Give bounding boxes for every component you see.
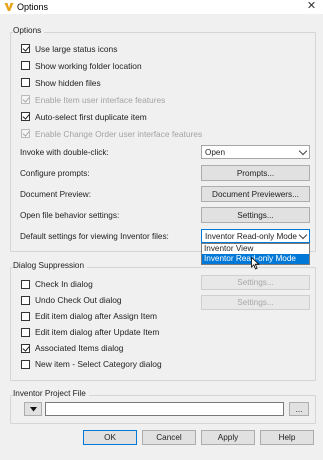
options-group-label: Options xyxy=(13,26,45,35)
change-order-ui-checkbox xyxy=(21,129,30,138)
project-dropdown-button[interactable] xyxy=(24,402,42,416)
hidden-files-label: Show hidden files xyxy=(35,77,101,88)
edit-assign-checkbox[interactable] xyxy=(21,311,30,321)
default-view-label: Default settings for viewing Inventor fi… xyxy=(20,232,169,241)
document-preview-label: Document Preview: xyxy=(20,190,91,199)
edit-update-label: Edit item dialog after Update Item xyxy=(35,327,160,337)
check-in-settings-button: Settings... xyxy=(201,275,310,290)
checkbox-row-hidden-files[interactable]: Show hidden files xyxy=(21,74,202,91)
large-icons-checkbox[interactable] xyxy=(21,44,30,53)
undo-checkout-settings-button: Settings... xyxy=(201,295,310,310)
new-item-category-checkbox[interactable] xyxy=(21,359,30,369)
checkbox-row-change-order-ui: Enable Change Order user interface featu… xyxy=(21,125,202,142)
change-order-ui-label: Enable Change Order user interface featu… xyxy=(35,128,203,139)
cancel-button[interactable]: Cancel xyxy=(142,430,196,445)
item-ui-checkbox xyxy=(21,95,30,104)
configure-prompts-label: Configure prompts: xyxy=(20,169,90,178)
working-folder-label: Show working folder location xyxy=(35,60,142,71)
close-icon[interactable]: ✕ xyxy=(300,0,323,14)
undo-checkout-checkbox[interactable] xyxy=(21,295,30,305)
new-item-category-label: New item - Select Category dialog xyxy=(35,359,162,369)
checkbox-row-large-icons[interactable]: Use large status icons xyxy=(21,40,202,57)
auto-select-label: Auto-select first duplicate item xyxy=(35,111,147,122)
invoke-label: Invoke with double-click: xyxy=(20,148,109,157)
checkbox-row-edit-assign[interactable]: Edit item dialog after Assign Item xyxy=(21,308,162,324)
dialog-suppression-label: Dialog Suppression xyxy=(13,261,88,270)
dropdown-option-inventor-view[interactable]: Inventor View xyxy=(202,244,309,254)
default-view-select-value: Inventor Read-only Mode xyxy=(205,231,297,241)
chevron-down-icon xyxy=(298,146,308,156)
check-in-label: Check In dialog xyxy=(35,279,93,289)
checkbox-row-item-ui: Enable Item user interface features xyxy=(21,91,202,108)
checkbox-row-auto-select[interactable]: Auto-select first duplicate item xyxy=(21,108,202,125)
checkbox-row-working-folder[interactable]: Show working folder location xyxy=(21,57,202,74)
chevron-down-icon xyxy=(298,230,308,240)
auto-select-checkbox[interactable] xyxy=(21,112,30,121)
checkbox-row-new-item-category[interactable]: New item - Select Category dialog xyxy=(21,356,162,372)
app-logo-icon xyxy=(4,3,14,11)
item-ui-label: Enable Item user interface features xyxy=(35,94,166,105)
caret-down-icon xyxy=(29,406,37,411)
checkbox-row-check-in[interactable]: Check In dialog xyxy=(21,276,162,292)
working-folder-checkbox[interactable] xyxy=(21,61,30,70)
window-title: Options xyxy=(17,2,49,12)
undo-checkout-label: Undo Check Out dialog xyxy=(35,295,122,305)
mouse-cursor-icon xyxy=(251,257,260,270)
suppression-checkbox-list: Check In dialog Undo Check Out dialog Ed… xyxy=(21,276,162,372)
title-bar: Options ✕ xyxy=(0,0,323,14)
browse-button[interactable]: ... xyxy=(289,402,309,416)
document-previewers-button[interactable]: Document Previewers... xyxy=(201,186,310,202)
checkbox-row-edit-update[interactable]: Edit item dialog after Update Item xyxy=(21,324,162,340)
checkbox-row-undo-checkout[interactable]: Undo Check Out dialog xyxy=(21,292,162,308)
project-file-label: Inventor Project File xyxy=(13,389,89,398)
hidden-files-checkbox[interactable] xyxy=(21,78,30,87)
prompts-button[interactable]: Prompts... xyxy=(201,165,310,181)
open-file-behavior-label: Open file behavior settings: xyxy=(20,211,120,220)
checkbox-row-associated-items[interactable]: Associated Items dialog xyxy=(21,340,162,356)
edit-assign-label: Edit item dialog after Assign Item xyxy=(35,311,157,321)
associated-items-label: Associated Items dialog xyxy=(35,343,124,353)
invoke-select-value: Open xyxy=(205,147,226,157)
apply-button[interactable]: Apply xyxy=(201,430,255,445)
invoke-select[interactable]: Open xyxy=(201,145,310,159)
large-icons-label: Use large status icons xyxy=(35,43,118,54)
options-checkbox-list: Use large status icons Show working fold… xyxy=(21,40,202,142)
associated-items-checkbox[interactable] xyxy=(21,343,30,353)
open-file-settings-button[interactable]: Settings... xyxy=(201,207,310,223)
default-view-select[interactable]: Inventor Read-only Mode xyxy=(201,229,310,243)
help-button[interactable]: Help xyxy=(260,430,314,445)
edit-update-checkbox[interactable] xyxy=(21,327,30,337)
check-in-checkbox[interactable] xyxy=(21,279,30,289)
project-file-input[interactable] xyxy=(45,402,284,416)
ok-button[interactable]: OK xyxy=(83,430,137,445)
